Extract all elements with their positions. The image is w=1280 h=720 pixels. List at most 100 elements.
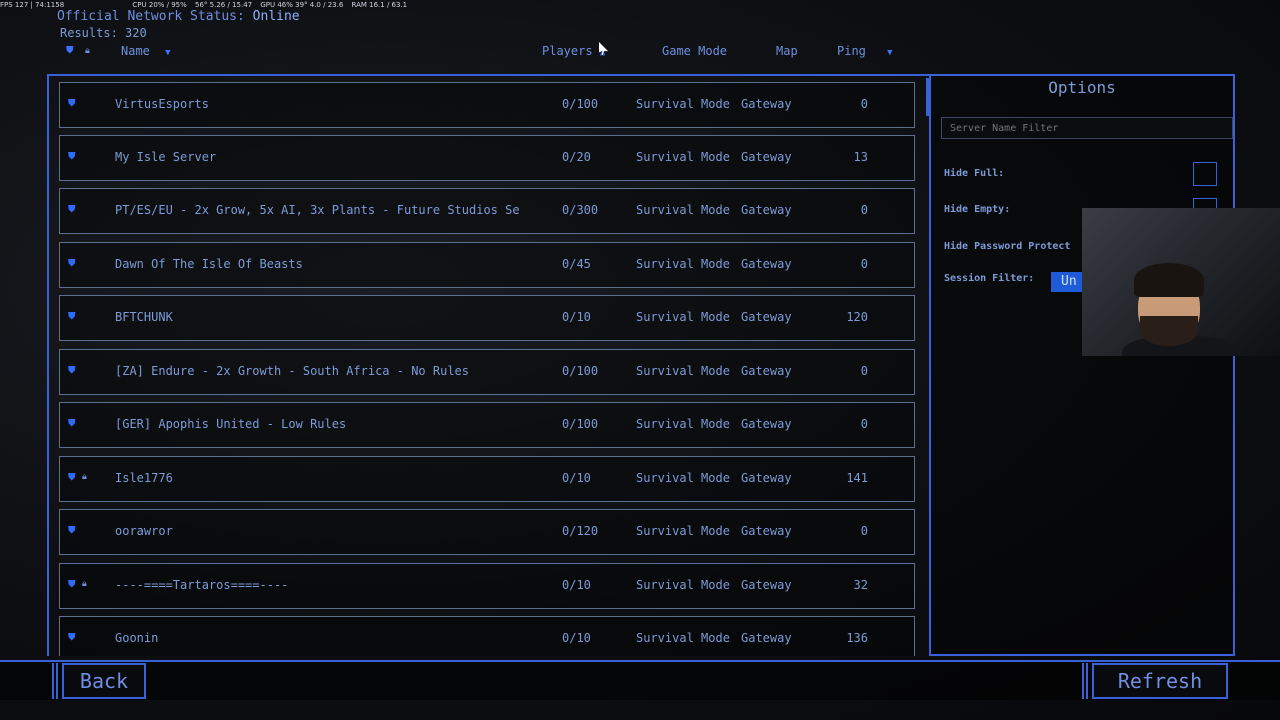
temp-readout: 56° 5.26 / 15.47 bbox=[195, 1, 253, 9]
server-players: 0/45 bbox=[562, 257, 591, 271]
server-name: oorawror bbox=[115, 524, 173, 538]
server-map: Gateway bbox=[741, 417, 792, 431]
server-ping: 0 bbox=[860, 97, 868, 111]
shield-icon: ⛊ bbox=[68, 311, 76, 322]
server-players: 0/10 bbox=[562, 310, 591, 324]
server-row[interactable]: ⛊ [GER] Apophis United - Low Rules 0/100 Su… bbox=[59, 402, 915, 448]
shield-filter-icon[interactable]: ⛊ bbox=[66, 45, 74, 56]
server-row[interactable]: ⛊ VirtusEsports 0/100 Survival Mode Gateway 0 bbox=[59, 82, 915, 128]
server-players: 0/120 bbox=[562, 524, 599, 538]
network-status-value: Online bbox=[252, 9, 300, 24]
cpu-readout: CPU 20% / 95% bbox=[132, 1, 187, 9]
server-row[interactable]: ⛊ oorawror 0/120 Survival Mode Gateway 0 bbox=[59, 509, 915, 555]
server-map: Gateway bbox=[741, 471, 792, 485]
column-header-ping-label: Ping bbox=[837, 44, 866, 58]
shield-icon: ⛊ bbox=[68, 472, 76, 483]
network-status-label: Official Network Status: bbox=[57, 9, 245, 24]
server-map: Gateway bbox=[741, 631, 792, 645]
lock-filter-icon[interactable]: 🔒︎ bbox=[85, 46, 90, 56]
shield-icon: ⛊ bbox=[68, 365, 76, 376]
server-ping: 0 bbox=[860, 203, 868, 217]
ram-readout: RAM 16.1 / 63.1 bbox=[351, 1, 408, 9]
server-ping: 32 bbox=[853, 578, 868, 592]
network-status: Official Network Status: Online bbox=[57, 9, 300, 24]
server-map: Gateway bbox=[741, 364, 792, 378]
server-map: Gateway bbox=[741, 524, 792, 538]
server-ping: 13 bbox=[853, 150, 868, 164]
shield-icon: ⛊ bbox=[68, 204, 76, 215]
server-players: 0/10 bbox=[562, 578, 591, 592]
server-name: [GER] Apophis United - Low Rules bbox=[115, 417, 347, 431]
webcam-overlay bbox=[1082, 208, 1280, 356]
hide-full-checkbox[interactable] bbox=[1193, 162, 1217, 186]
server-game-mode: Survival Mode bbox=[636, 203, 730, 217]
results-label: Results: bbox=[60, 26, 118, 40]
server-game-mode: Survival Mode bbox=[636, 257, 730, 271]
refresh-button[interactable]: Refresh bbox=[1092, 663, 1228, 699]
shield-icon: ⛊ bbox=[68, 579, 76, 590]
server-players: 0/100 bbox=[562, 97, 599, 111]
server-name: My Isle Server bbox=[115, 150, 217, 164]
results-count: Results: 320 bbox=[60, 26, 147, 40]
webcam-person-beard bbox=[1140, 316, 1198, 346]
hide-full-label: Hide Full: bbox=[944, 168, 1005, 179]
column-header-game-mode[interactable]: Game Mode bbox=[662, 44, 727, 58]
shield-icon: ⛊ bbox=[68, 258, 76, 269]
server-game-mode: Survival Mode bbox=[636, 364, 730, 378]
server-map: Gateway bbox=[741, 97, 792, 111]
results-value: 320 bbox=[125, 26, 147, 40]
webcam-person-hair bbox=[1134, 263, 1204, 297]
server-map: Gateway bbox=[741, 257, 792, 271]
sort-desc-icon: ▼ bbox=[165, 48, 171, 58]
back-button-edge bbox=[52, 663, 60, 699]
column-header-name[interactable]: Name ▼ bbox=[121, 44, 171, 58]
server-name: Goonin bbox=[115, 631, 159, 645]
lock-icon: 🔒︎ bbox=[82, 472, 87, 482]
server-game-mode: Survival Mode bbox=[636, 150, 730, 164]
column-header-players[interactable]: Players ▲ bbox=[542, 44, 605, 58]
server-name: Isle1776 bbox=[115, 471, 173, 485]
options-title: Options bbox=[1048, 78, 1116, 97]
server-row[interactable]: ⛊ [ZA] Endure - 2x Growth - South Africa … bbox=[59, 349, 915, 395]
sort-desc-icon: ▼ bbox=[887, 48, 893, 58]
server-players: 0/100 bbox=[562, 417, 599, 431]
server-ping: 0 bbox=[860, 417, 868, 431]
server-game-mode: Survival Mode bbox=[636, 471, 730, 485]
shield-icon: ⛊ bbox=[68, 632, 76, 643]
server-name: [ZA] Endure - 2x Growth - South Africa -… bbox=[115, 364, 470, 378]
server-row[interactable]: ⛊ 🔒︎ Isle1776 0/10 Survival Mode Gateway 141 bbox=[59, 456, 915, 502]
options-panel: Options Hide Full: Hide Empty: Hide Pass… bbox=[929, 74, 1235, 656]
server-row[interactable]: ⛊ Goonin 0/10 Survival Mode Gateway 136 bbox=[59, 616, 915, 656]
server-ping: 141 bbox=[846, 471, 868, 485]
server-game-mode: Survival Mode bbox=[636, 524, 730, 538]
column-header-players-label: Players bbox=[542, 44, 593, 58]
server-game-mode: Survival Mode bbox=[636, 310, 730, 324]
server-ping: 136 bbox=[846, 631, 868, 645]
server-game-mode: Survival Mode bbox=[636, 97, 730, 111]
server-list[interactable]: ⛊ VirtusEsports 0/100 Survival Mode Gateway 0… bbox=[47, 74, 931, 656]
server-name-filter-input[interactable] bbox=[941, 117, 1233, 139]
server-row[interactable]: ⛊ PT/ES/EU - 2x Grow, 5x AI, 3x Plants - … bbox=[59, 188, 915, 234]
shield-icon: ⛊ bbox=[68, 418, 76, 429]
server-row[interactable]: ⛊ My Isle Server 0/20 Survival Mode Gateway 1… bbox=[59, 135, 915, 181]
server-game-mode: Survival Mode bbox=[636, 631, 730, 645]
column-header-name-label: Name bbox=[121, 44, 150, 58]
server-map: Gateway bbox=[741, 203, 792, 217]
server-map: Gateway bbox=[741, 310, 792, 324]
gpu-readout: GPU 46% 39° 4.0 / 23.6 bbox=[260, 1, 344, 9]
server-ping: 0 bbox=[860, 524, 868, 538]
server-row[interactable]: ⛊ BFTCHUNK 0/10 Survival Mode Gateway 120 bbox=[59, 295, 915, 341]
server-row[interactable]: ⛊ 🔒︎ ----====Tartaros====---- 0/10 Survival … bbox=[59, 563, 915, 609]
server-players: 0/100 bbox=[562, 364, 599, 378]
server-row[interactable]: ⛊ Dawn Of The Isle Of Beasts 0/45 Survival … bbox=[59, 242, 915, 288]
column-header-game-mode-label: Game Mode bbox=[662, 44, 728, 58]
server-name: Dawn Of The Isle Of Beasts bbox=[115, 257, 303, 271]
column-header-map[interactable]: Map bbox=[776, 44, 798, 58]
lock-icon: 🔒︎ bbox=[82, 579, 87, 589]
back-button[interactable]: Back bbox=[62, 663, 146, 699]
server-map: Gateway bbox=[741, 150, 792, 164]
server-players: 0/20 bbox=[562, 150, 591, 164]
server-players: 0/300 bbox=[562, 203, 599, 217]
server-name: PT/ES/EU - 2x Grow, 5x AI, 3x Plants - F… bbox=[115, 203, 520, 217]
column-header-ping[interactable]: Ping ▼ bbox=[837, 44, 893, 58]
